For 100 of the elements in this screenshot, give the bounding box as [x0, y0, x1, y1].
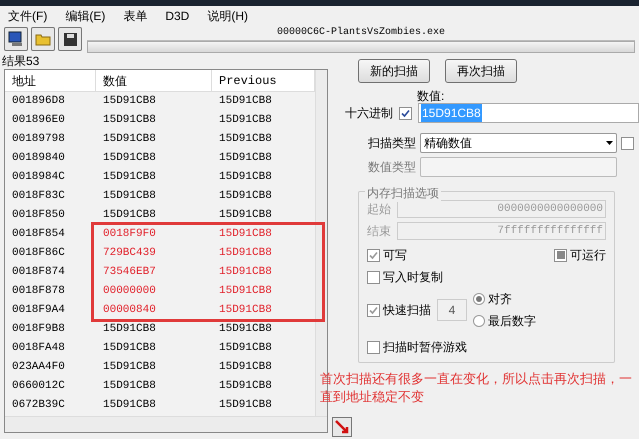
open-button[interactable] [31, 27, 55, 51]
value-cell-text: 15D91CB8 [102, 398, 157, 414]
previous-cell-text: 15D91CB8 [218, 227, 273, 242]
result-row[interactable]: 0018F86C 729BC439 15D91CB8 [5, 244, 315, 263]
checkbox[interactable] [399, 106, 412, 120]
value-cell-text: 15D91CB8 [102, 113, 157, 128]
result-row[interactable]: 00189840 15D91CB8 15D91CB8 [5, 149, 315, 168]
result-row[interactable]: 0018F9A4 00000840 15D91CB8 [5, 301, 315, 320]
annotation-text: 首次扫描还有很多一直在变化，所以点击再次扫描，一直到地址稳定不变 [320, 370, 633, 406]
save-button[interactable] [58, 27, 82, 51]
result-row[interactable]: 0018F874 73546EB7 15D91CB8 [5, 263, 315, 282]
pause-game-label: 扫描时暂停游戏 [383, 339, 467, 356]
scan-type-label: 扫描类型 [368, 135, 416, 152]
menu-item[interactable]: 编辑(E) [65, 6, 106, 24]
result-row[interactable]: 0672B39C 15D91CB8 15D91CB8 [5, 396, 315, 415]
result-row[interactable]: 0660012C 15D91CB8 15D91CB8 [5, 377, 315, 396]
value-cell-text: 00000840 [102, 303, 157, 318]
result-row[interactable]: 0018F854 0018F9F0 15D91CB8 [5, 225, 315, 244]
result-row[interactable]: 0018FA48 15D91CB8 15D91CB8 [5, 339, 315, 358]
result-row[interactable]: 001896E0 15D91CB8 15D91CB8 [5, 111, 315, 130]
column-header[interactable]: 地址 [5, 70, 96, 91]
value-type-label: 数值类型 [368, 159, 416, 176]
previous-cell-text: 15D91CB8 [218, 170, 273, 186]
value-cell-text: 15D91CB8 [102, 189, 157, 204]
address-cell-text: 0018F874 [11, 265, 66, 280]
previous-cell-text: 15D91CB8 [218, 246, 273, 262]
address-cell-text: 0018F9B8 [11, 322, 66, 338]
result-row[interactable]: 0018F878 00000000 15D91CB8 [5, 282, 315, 301]
result-row[interactable]: 023AA4F0 15D91CB8 15D91CB8 [5, 358, 315, 377]
address-cell-text: 0018F83C [11, 189, 66, 204]
address-cell-text: 001896E0 [11, 113, 66, 128]
address-cell-text: 0018FA48 [11, 341, 66, 356]
copy-on-write-label: 写入时复制 [383, 269, 443, 286]
scan-type-select[interactable]: 精确数值 [420, 133, 617, 153]
arrow-icon [335, 420, 349, 434]
address-cell-text: 001896D8 [11, 94, 66, 110]
previous-cell-text: 15D91CB8 [218, 284, 273, 300]
previous-cell-text: 15D91CB8 [218, 189, 273, 204]
arrow-button[interactable] [332, 417, 352, 437]
previous-cell-text: 15D91CB8 [218, 303, 273, 318]
value-cell-text: 00000000 [102, 284, 157, 300]
checkbox[interactable] [367, 248, 380, 262]
address-cell-text: 023AA4F0 [11, 360, 66, 376]
address-cell-text: 00189798 [11, 132, 66, 148]
fast-scan-input[interactable]: 4 [437, 299, 467, 321]
value-cell-text: 15D91CB8 [102, 94, 157, 110]
checkbox[interactable] [554, 248, 567, 262]
address-cell-text: 0672B39C [11, 398, 66, 414]
value-label: 数值: [417, 89, 446, 103]
previous-cell-text: 15D91CB8 [218, 94, 273, 110]
previous-cell-text: 15D91CB8 [218, 398, 273, 414]
address-cell-text: 00189840 [11, 151, 66, 166]
folder-icon [35, 32, 51, 46]
previous-cell-text: 15D91CB8 [218, 151, 273, 166]
value-cell-text: 0018F9F0 [102, 227, 157, 242]
value-cell-text: 15D91CB8 [102, 379, 157, 394]
value-cell-text: 15D91CB8 [102, 360, 157, 376]
checkbox[interactable] [367, 304, 380, 316]
previous-cell-text: 15D91CB8 [218, 360, 273, 376]
previous-cell-text: 15D91CB8 [218, 208, 273, 224]
address-cell-text: 0018F86C [11, 246, 66, 262]
horizontal-scrollbar[interactable] [5, 416, 327, 432]
result-row[interactable]: 0018F9B8 15D91CB8 15D91CB8 [5, 320, 315, 339]
address-cell-text: 0660012C [11, 379, 66, 394]
address-cell-text: 0018F9A4 [11, 303, 66, 318]
menu-item[interactable]: D3D [165, 6, 190, 24]
process-button[interactable] [4, 27, 28, 51]
menu-item[interactable]: 文件(F) [8, 6, 48, 24]
result-row[interactable]: 001896D8 15D91CB8 15D91CB8 [5, 92, 315, 111]
writable-label: 可写 [383, 247, 407, 264]
radio-button[interactable] [473, 315, 485, 327]
indeterminate-square-icon [556, 251, 564, 259]
menu-item[interactable]: 表单 [123, 6, 148, 24]
scan-button[interactable]: 再次扫描 [445, 59, 517, 83]
value-cell-text: 15D91CB8 [102, 322, 157, 338]
end-label: 结束 [367, 223, 392, 240]
result-row[interactable]: 0018984C 15D91CB8 15D91CB8 [5, 168, 315, 187]
value-cell-text: 73546EB7 [102, 265, 157, 280]
menu-item[interactable]: 说明(H) [207, 6, 248, 24]
start-label: 起始 [367, 201, 392, 218]
result-row[interactable]: 00189798 15D91CB8 15D91CB8 [5, 130, 315, 149]
value-cell-text: 15D91CB8 [102, 151, 157, 166]
scan-button[interactable]: 新的扫描 [358, 59, 430, 83]
column-header[interactable]: 数值 [96, 70, 212, 91]
result-row[interactable]: 0018F850 15D91CB8 15D91CB8 [5, 206, 315, 225]
selected-value: 15D91CB8 [421, 104, 482, 122]
previous-cell-text: 15D91CB8 [218, 322, 273, 338]
checkbox[interactable] [367, 270, 380, 284]
alignment-label: 最后数字 [488, 313, 536, 330]
result-row[interactable]: 0018F83C 15D91CB8 15D91CB8 [5, 187, 315, 206]
value-cell-text: 15D91CB8 [102, 208, 157, 224]
result-count: 结果53 [1, 53, 40, 69]
checkbox[interactable] [367, 340, 380, 354]
executable-label: 可运行 [570, 247, 606, 264]
checkbox[interactable] [621, 136, 634, 150]
radio-button[interactable] [473, 293, 485, 305]
computer-icon [8, 31, 24, 47]
address-cell-text: 0018F878 [11, 284, 66, 300]
previous-cell-text: 15D91CB8 [218, 265, 273, 280]
value-cell-text: 729BC439 [102, 246, 157, 262]
